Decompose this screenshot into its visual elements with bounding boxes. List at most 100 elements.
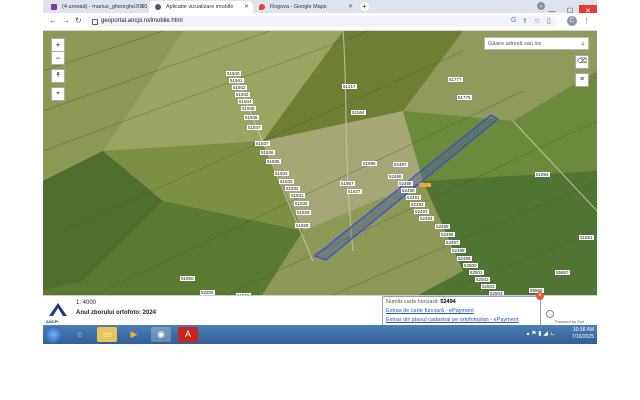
- tab-label: (4 unread) - marius_gheorghe2010: [62, 4, 148, 10]
- parcel-label[interactable]: 52490: [401, 188, 416, 193]
- parcel-label[interactable]: 51934: [274, 171, 289, 176]
- parcel-label[interactable]: 52487: [393, 162, 408, 167]
- start-button[interactable]: [45, 326, 62, 343]
- radio-toggle[interactable]: [546, 310, 554, 318]
- media-player-icon[interactable]: ▶: [124, 327, 144, 342]
- reload-icon[interactable]: ↻: [75, 16, 82, 25]
- url-text: geoportal.ancpi.ro/imobile.html: [101, 18, 183, 24]
- clock[interactable]: 10:38 AM 7/16/2025: [572, 327, 594, 341]
- map-pin-icon: [259, 4, 265, 10]
- parcel-label[interactable]: 51947: [247, 125, 262, 130]
- parcel-label[interactable]: 52503: [481, 284, 496, 289]
- close-icon[interactable]: ✕: [244, 1, 249, 13]
- tab-strip: (4 unread) - marius_gheorghe2010 ✕ Aplic…: [43, 0, 597, 18]
- parcel-label[interactable]: 51950: [180, 276, 195, 281]
- parcel-label[interactable]: 51945: [241, 106, 256, 111]
- parcel-label[interactable]: 52500: [463, 263, 478, 268]
- search-input[interactable]: Găsire adresă sau loc ⌕: [484, 37, 589, 50]
- parcel-label[interactable]: 51935: [266, 159, 281, 164]
- parcel-label[interactable]: 51775: [457, 95, 472, 100]
- folder-icon[interactable]: ▭: [97, 327, 117, 342]
- parcel-label[interactable]: 51957: [340, 181, 355, 186]
- info-footer: ANCPI 1: 4000 Anul zborului ortofoto: 20…: [43, 292, 597, 327]
- zoom-in-button[interactable]: +: [51, 38, 65, 52]
- parcel-label[interactable]: 51929: [296, 210, 311, 215]
- parcel-label[interactable]: 52492: [410, 202, 425, 207]
- parcel-label[interactable]: 51944: [238, 99, 253, 104]
- parcel-label[interactable]: 51996: [362, 161, 377, 166]
- parcel-label[interactable]: 52491: [406, 195, 421, 200]
- new-tab-button[interactable]: +: [360, 2, 369, 11]
- map-scale: 1: 4000: [76, 300, 97, 306]
- parcel-label[interactable]: 51946: [244, 115, 259, 120]
- parcel-label[interactable]: 51932: [285, 186, 300, 191]
- parcel-label[interactable]: 51994: [535, 172, 550, 177]
- powered-by: Powered by Esri: [555, 319, 585, 324]
- parcel-label[interactable]: 52502: [475, 277, 490, 282]
- satellite-imagery: [43, 31, 597, 325]
- parcel-label[interactable]: 51881: [579, 235, 594, 240]
- zoom-out-button[interactable]: −: [51, 51, 65, 65]
- tab-mail[interactable]: (4 unread) - marius_gheorghe2010 ✕: [45, 1, 149, 13]
- parcel-label[interactable]: 52493: [414, 209, 429, 214]
- parcel-label[interactable]: 51928: [295, 223, 310, 228]
- parcel-label[interactable]: 52496: [440, 232, 455, 237]
- ie-icon[interactable]: e: [70, 327, 90, 342]
- chrome-icon[interactable]: ◉: [151, 327, 171, 342]
- parcel-label[interactable]: 51927: [347, 189, 362, 194]
- pdf-icon[interactable]: A: [178, 327, 198, 342]
- side-panel-icon[interactable]: ▯: [547, 17, 551, 25]
- layers-icon[interactable]: ≡: [575, 73, 589, 87]
- browser-window: (4 unread) - marius_gheorghe2010 ✕ Aplic…: [43, 0, 597, 344]
- parcel-label[interactable]: 51942: [232, 85, 247, 90]
- tray-icons[interactable]: ▴ ⚑ ▮ ◢ 🔈: [527, 330, 557, 337]
- avatar[interactable]: C: [567, 16, 577, 26]
- back-icon[interactable]: ←: [49, 16, 57, 25]
- share-icon[interactable]: ⇪: [522, 17, 528, 25]
- parcel-label[interactable]: 52498: [451, 248, 466, 253]
- locate-icon[interactable]: ↟: [51, 69, 65, 83]
- url-input[interactable]: geoportal.ancpi.ro/imobile.html: [87, 16, 557, 27]
- parcel-label[interactable]: 51217: [342, 84, 357, 89]
- close-icon[interactable]: ✕: [140, 1, 145, 13]
- parcel-label[interactable]: 52495: [435, 224, 450, 229]
- extras-cf-link[interactable]: Extras de carte funciară - ePayment: [386, 308, 474, 314]
- google-lens-icon[interactable]: G: [511, 17, 516, 24]
- parcel-label[interactable]: 52501: [469, 270, 484, 275]
- parcel-label[interactable]: 52497: [445, 240, 460, 245]
- parcel-label[interactable]: 52489: [398, 181, 413, 186]
- tab-maps[interactable]: Rogova - Google Maps ✕: [253, 1, 357, 13]
- cf-value: 52494: [440, 299, 456, 305]
- parcel-label[interactable]: 55867: [555, 270, 570, 275]
- parcel-label[interactable]: 51936: [260, 150, 275, 155]
- star-icon[interactable]: ☆: [534, 17, 540, 25]
- tab-label: Rogova - Google Maps: [270, 4, 327, 10]
- parcel-label[interactable]: 51777: [448, 77, 463, 82]
- globe-icon: [155, 4, 161, 10]
- parcel-label[interactable]: 51941: [229, 78, 244, 83]
- eraser-icon[interactable]: ⌫: [575, 55, 589, 69]
- parcel-label[interactable]: 51933: [279, 179, 294, 184]
- parcel-label[interactable]: 51930: [294, 201, 309, 206]
- window-controls: — ☐ ✕: [543, 0, 597, 18]
- parcel-label[interactable]: 52499: [457, 256, 472, 261]
- parcel-label[interactable]: 51943: [235, 92, 250, 97]
- cf-row: Număr carte funciară: 52494: [386, 299, 456, 305]
- menu-icon[interactable]: ⋮: [583, 17, 590, 25]
- parcel-label[interactable]: 51937: [255, 141, 270, 146]
- mail-icon: [51, 4, 57, 10]
- tab-imobile[interactable]: Aplicatie vizualizare imobile ✕: [149, 1, 253, 13]
- parcel-label[interactable]: 51940: [226, 71, 241, 76]
- home-icon[interactable]: ⌖: [51, 87, 65, 101]
- forward-icon[interactable]: →: [62, 16, 70, 25]
- close-popup-button[interactable]: ×: [536, 292, 544, 300]
- taskbar: e ▭ ▶ ◉ A ▴ ⚑ ▮ ◢ 🔈 10:38 AM 7/16/2025: [43, 325, 597, 344]
- parcel-label[interactable]: 52494: [419, 216, 434, 221]
- parcel-label[interactable]: 51931: [290, 193, 305, 198]
- extras-plan-link[interactable]: Extras din planul cadastral pe ortofotop…: [386, 317, 518, 323]
- parcel-label[interactable]: 52488: [388, 174, 403, 179]
- map-view[interactable]: + − ↟ ⌖ Găsire adresă sau loc ⌕ ⌫ ≡ 5194…: [43, 31, 597, 325]
- parcel-label[interactable]: 51564: [351, 110, 366, 115]
- close-icon[interactable]: ✕: [348, 1, 353, 13]
- search-icon[interactable]: ⌕: [581, 38, 585, 51]
